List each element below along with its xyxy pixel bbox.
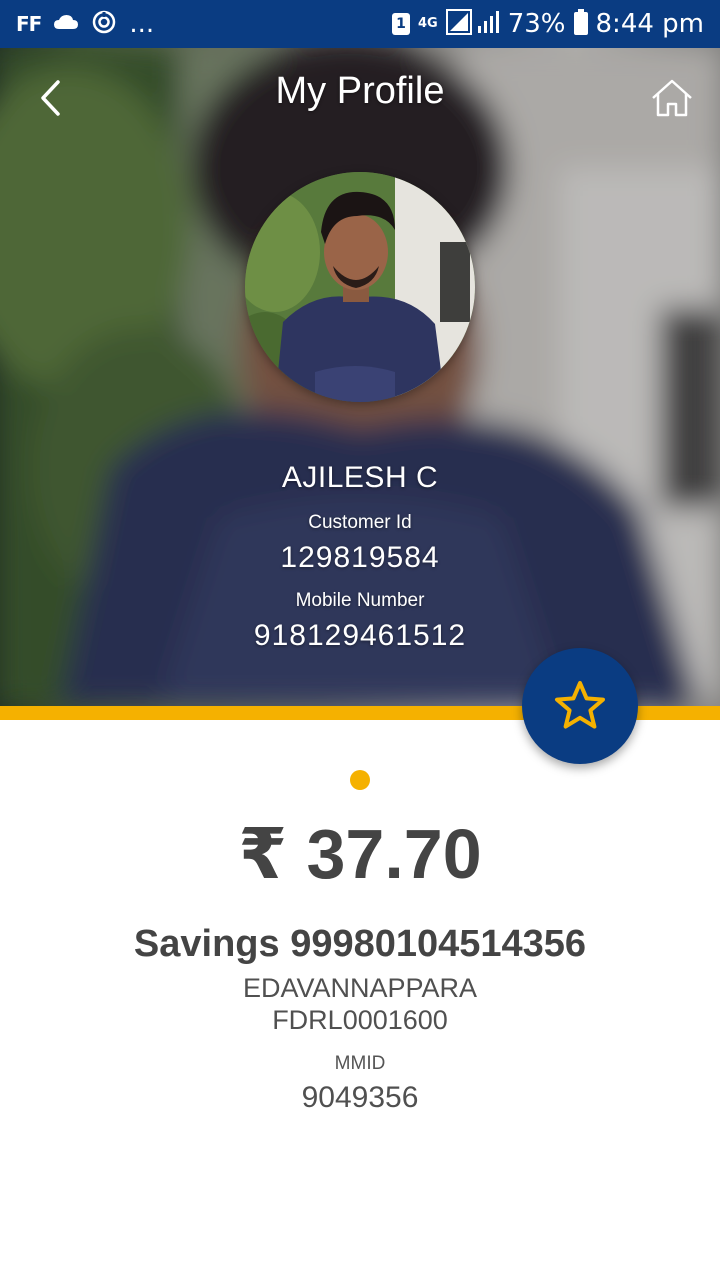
avatar bbox=[245, 172, 475, 402]
mmid-value: 9049356 bbox=[301, 1081, 419, 1114]
profile-info: AJILESH C Customer Id 129819584 Mobile N… bbox=[0, 456, 720, 656]
mmid-label: MMID bbox=[334, 1053, 386, 1074]
profile-hero: My Profile AJILESH C Customer Id 1298195… bbox=[0, 48, 720, 706]
profile-screen: FF ... 1 4G 73% 8:44 pm My Profile AJILE… bbox=[0, 0, 720, 1280]
page-indicator-dot bbox=[350, 770, 370, 790]
avatar-photo bbox=[245, 172, 475, 402]
customer-name: AJILESH C bbox=[281, 461, 439, 494]
account-card: ₹ 37.70 Savings 99980104514356 EDAVANNAP… bbox=[0, 812, 720, 1118]
home-button[interactable] bbox=[648, 74, 696, 122]
customer-id-label: Customer Id bbox=[308, 512, 412, 533]
branch-name: EDAVANNAPPARA bbox=[242, 973, 478, 1003]
network-type: 4G bbox=[418, 16, 438, 31]
favorite-button[interactable] bbox=[522, 648, 638, 764]
battery-icon bbox=[573, 9, 588, 39]
signal-icon bbox=[445, 9, 500, 39]
status-time: 8:44 pm bbox=[595, 9, 704, 39]
status-app-indicator: FF bbox=[16, 12, 42, 36]
page-title: My Profile bbox=[275, 70, 445, 112]
home-icon bbox=[652, 79, 692, 117]
status-more-dots: ... bbox=[129, 9, 155, 39]
mobile-number-label: Mobile Number bbox=[295, 590, 425, 611]
star-icon bbox=[555, 681, 605, 729]
sync-icon bbox=[91, 9, 117, 39]
battery-percent: 73% bbox=[507, 9, 566, 39]
sim-indicator: 1 bbox=[392, 13, 410, 35]
cloud-icon bbox=[53, 14, 79, 34]
status-bar: FF ... 1 4G 73% 8:44 pm bbox=[0, 0, 720, 48]
ifsc-code: FDRL0001600 bbox=[272, 1005, 448, 1035]
account-balance: ₹ 37.70 bbox=[238, 815, 482, 893]
mobile-number-value: 918129461512 bbox=[253, 619, 467, 652]
account-title: Savings 99980104514356 bbox=[133, 923, 587, 965]
customer-id-value: 129819584 bbox=[280, 541, 440, 574]
